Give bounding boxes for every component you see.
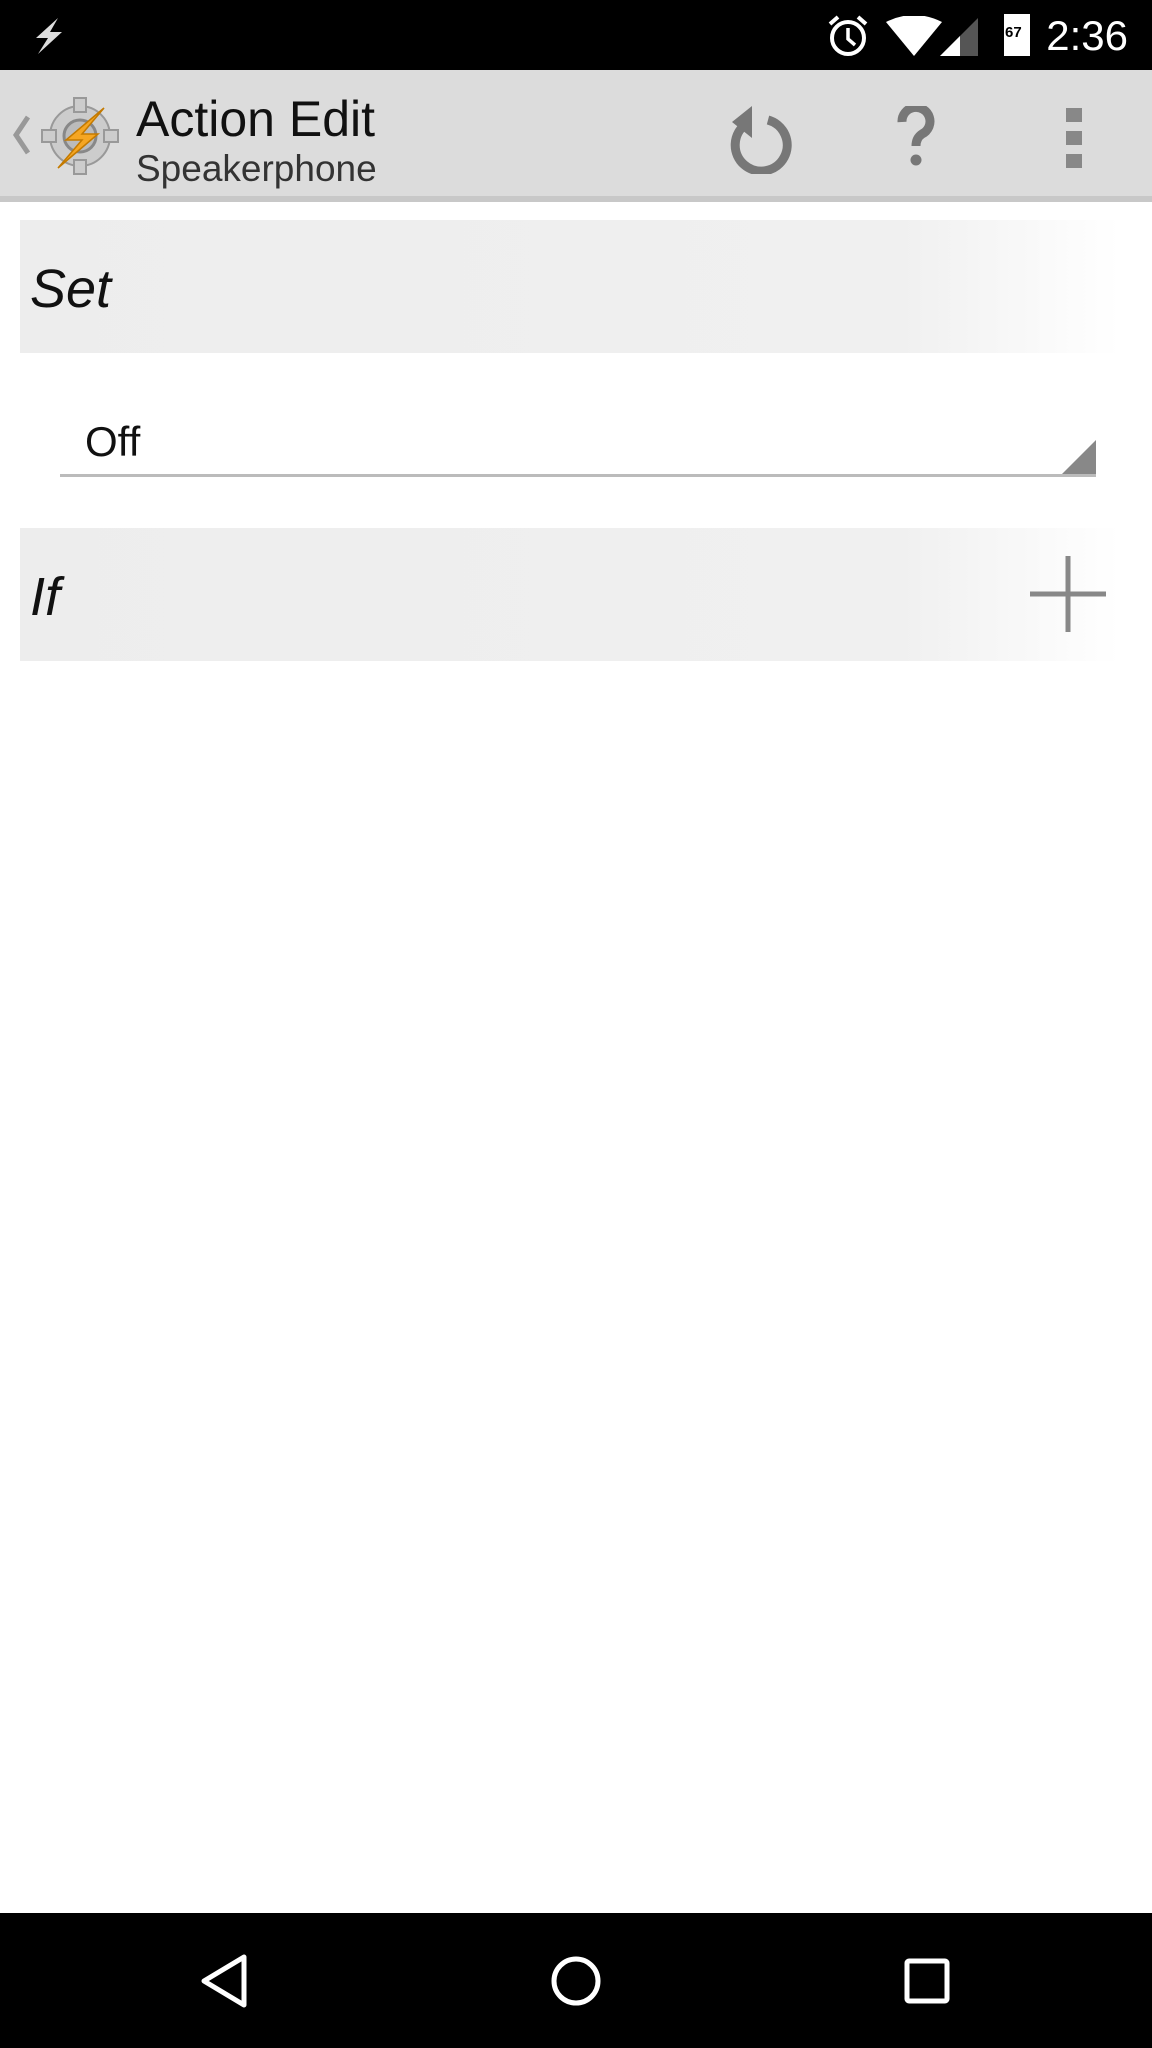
if-section-header: If — [20, 528, 1120, 661]
set-label: Set — [30, 259, 112, 319]
home-icon[interactable] — [550, 1955, 602, 2007]
set-section-header: Set — [20, 220, 1120, 353]
set-dropdown-value: Off — [85, 418, 141, 465]
recents-icon[interactable] — [904, 1958, 950, 2004]
battery-icon: 67 — [1004, 14, 1030, 56]
add-condition-icon[interactable] — [1030, 556, 1106, 632]
wifi-icon — [886, 16, 942, 56]
back-icon[interactable] — [198, 1953, 250, 2009]
home-up-button[interactable] — [0, 70, 126, 196]
alarm-icon — [828, 15, 868, 56]
set-dropdown[interactable]: Off — [60, 400, 1096, 477]
action-bar: Action Edit Speakerphone — [0, 70, 1152, 202]
page-subtitle: Speakerphone — [136, 148, 377, 189]
overflow-menu-icon[interactable] — [1064, 108, 1084, 168]
undo-icon[interactable] — [724, 104, 794, 174]
dropdown-arrow-icon — [1062, 440, 1096, 474]
clock: 2:36 — [1046, 12, 1128, 59]
battery-level: 67 — [1005, 24, 1022, 41]
back-chevron-icon — [12, 115, 30, 155]
if-label: If — [30, 567, 61, 627]
page-title: Action Edit — [136, 91, 376, 147]
tasker-app-icon — [41, 97, 119, 175]
status-bar: 67 2:36 — [0, 0, 1152, 70]
help-icon[interactable] — [896, 106, 936, 168]
tasker-notification-icon — [36, 18, 62, 54]
navigation-bar — [0, 1913, 1152, 2048]
signal-icon — [940, 18, 978, 56]
